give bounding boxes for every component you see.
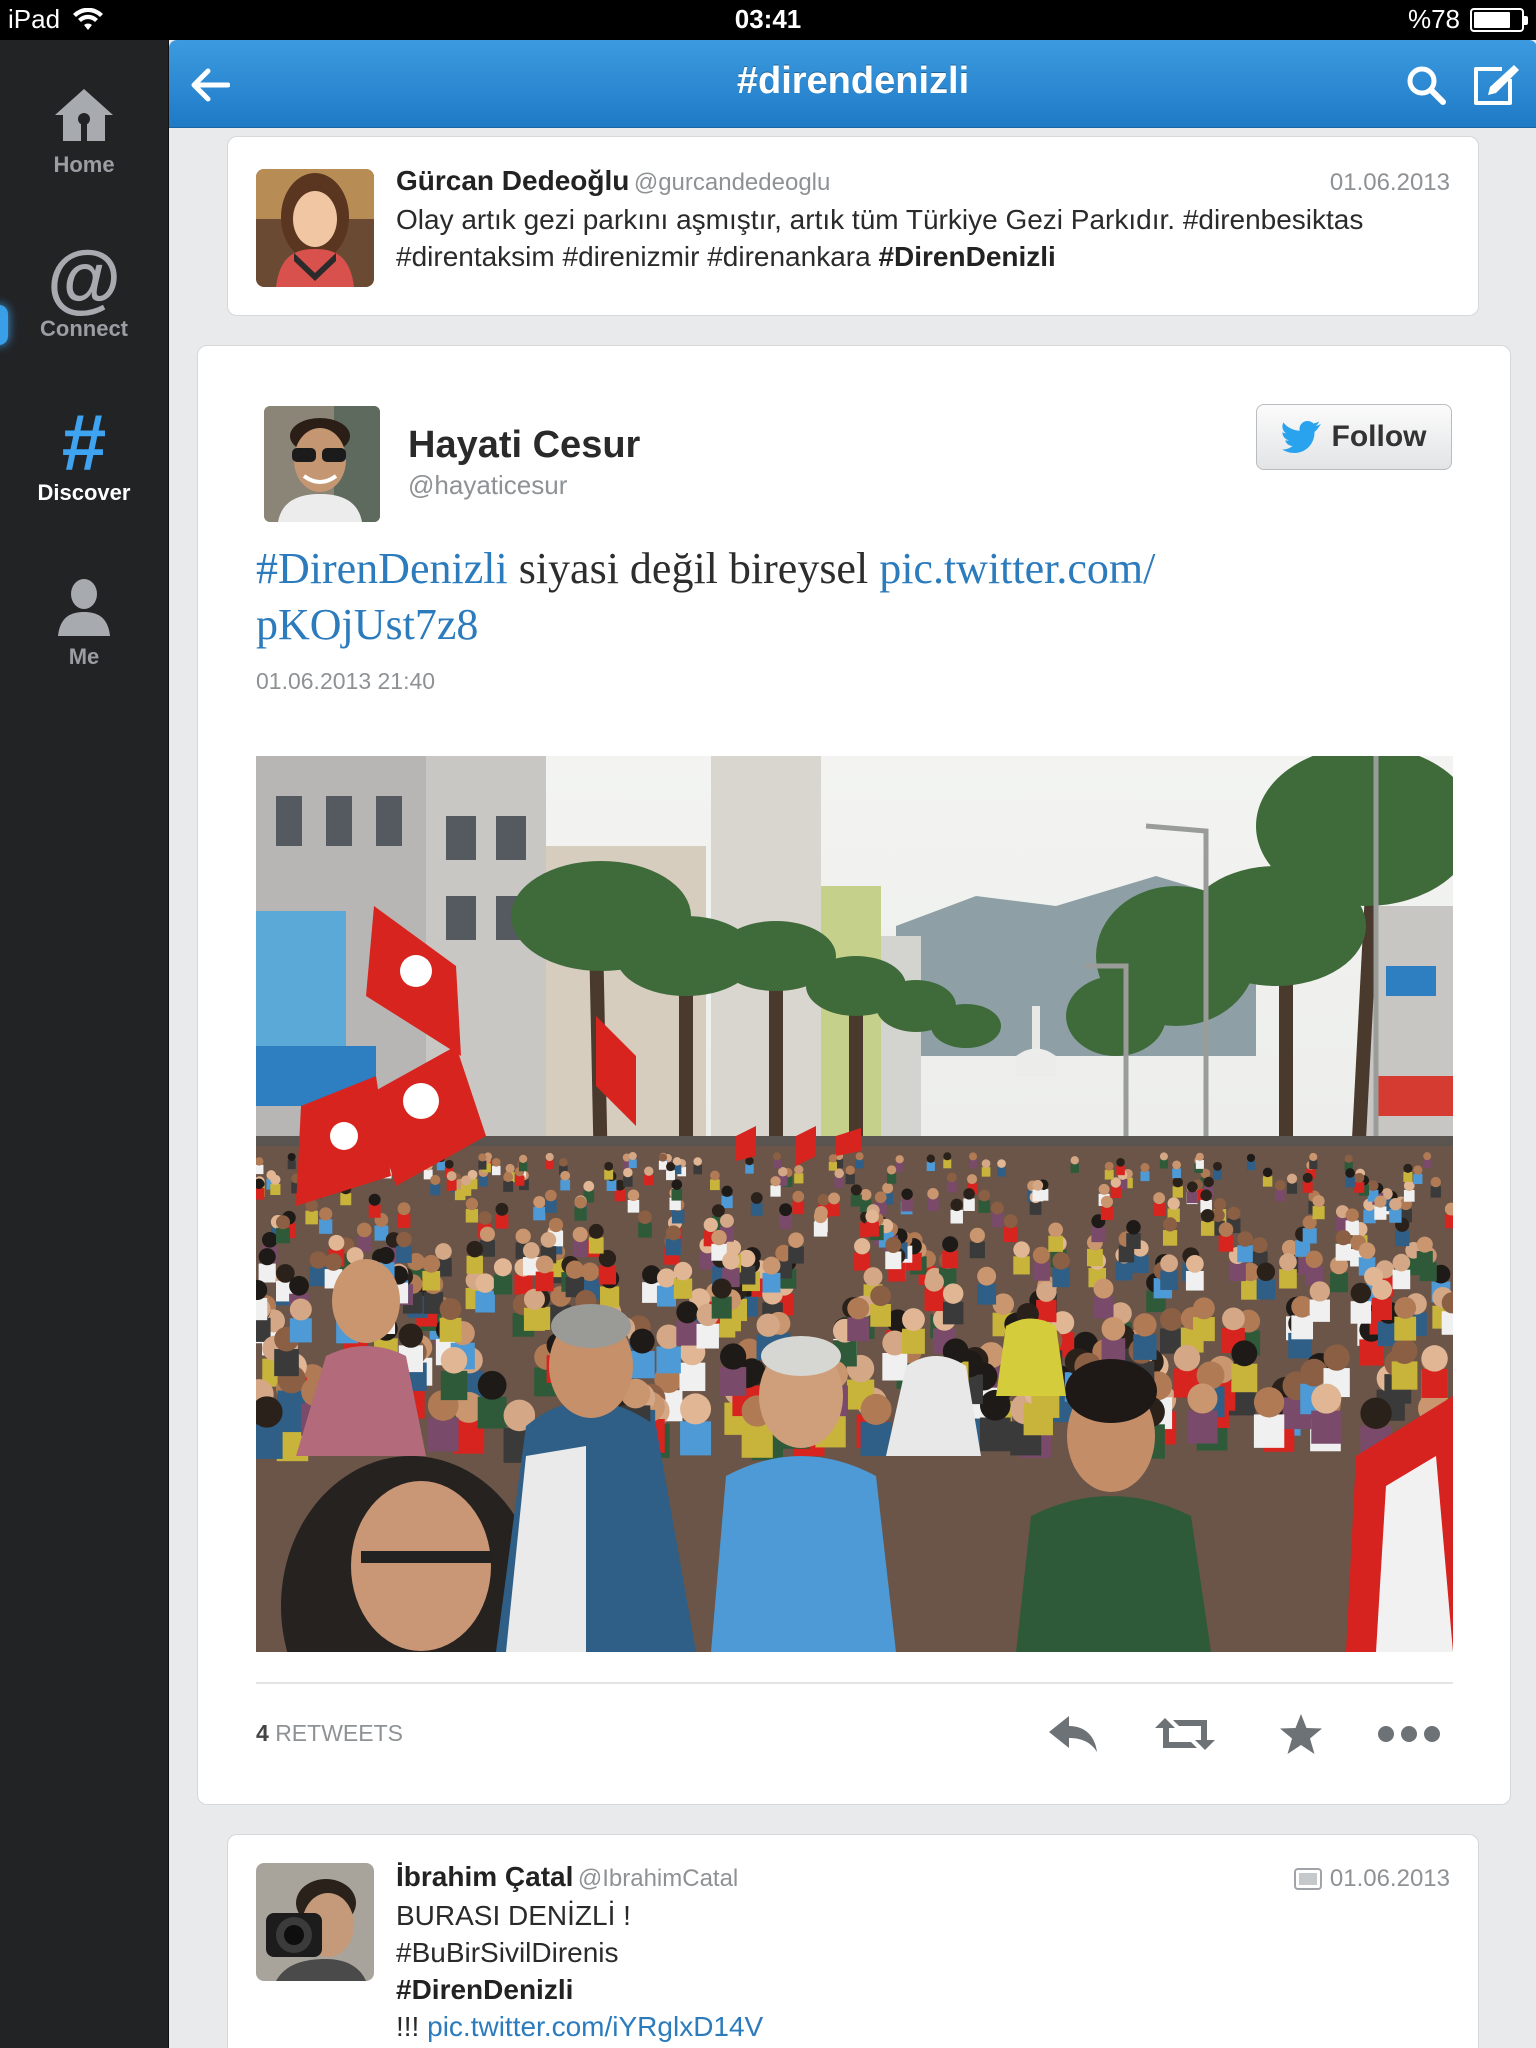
retweet-count[interactable]: 4 RETWEETS [256,1720,403,1747]
follow-label: Follow [1331,420,1427,453]
person-icon [58,579,110,636]
tweet-date-wrap: 01.06.2013 [1293,1865,1450,1893]
hashtag-bold[interactable]: #DirenDenizli [878,241,1055,272]
battery-fill [1474,11,1510,28]
divider [256,1682,1453,1684]
home-icon [55,89,113,141]
tweet-header: Gürcan Dedeoğlu @gurcandedeoglu [396,165,830,197]
tweet-text-body: siyasi değil bireysel [507,544,880,593]
avatar-image [256,169,374,287]
tweet-text-line: !!! pic.twitter.com/iYRglxD14V [396,2008,1456,2045]
tweet-text: Olay artık gezi parkını aşmıştır, artık … [396,201,1456,275]
tweet-timestamp: 01.06.2013 21:40 [256,668,436,694]
tweet-text-line: Olay artık gezi parkını aşmıştır, artık … [396,204,1364,235]
compose-button[interactable] [1469,58,1523,112]
sidebar-item-home[interactable]: Home [0,78,168,198]
hashtags[interactable]: #direntaksim #direnizmir #direnankara [396,241,878,272]
retweet-button[interactable] [1150,1706,1220,1762]
hashtag-link[interactable]: #DirenDenizli [256,544,508,593]
avatar[interactable] [256,169,374,287]
tweet-text-line: BURASI DENİZLİ ! [396,1900,631,1931]
author-handle[interactable]: @hayaticesur [408,470,567,501]
author-handle[interactable]: @IbrahimCatal [578,1865,738,1892]
battery-icon [1470,7,1528,32]
search-button[interactable] [1399,58,1453,112]
hashtag-bold[interactable]: #DirenDenizli [396,1971,1456,2008]
page-title: #direndenizli [736,60,970,102]
author-name[interactable]: Gürcan Dedeoğlu [396,165,629,196]
reply-icon [1049,1716,1097,1752]
battery-percent: %78 [1407,4,1460,34]
sidebar-item-label: Me [68,644,100,669]
search-icon [1407,66,1446,105]
author-name[interactable]: Hayati Cesur [408,424,640,467]
featured-tweet-card: Hayati Cesur @hayaticesur Follow #DirenD… [197,345,1511,1805]
avatar-image [256,1863,374,1981]
author-handle[interactable]: @gurcandedeoglu [634,169,831,196]
avatar[interactable] [264,406,380,522]
tweet-date: 01.06.2013 [1329,1865,1450,1892]
navigation-bar: #direndenizli [169,40,1536,128]
protest-photo [256,756,1453,1652]
media-link[interactable]: pic.twitter.com/iYRglxD14V [427,2011,763,2042]
reply-button[interactable] [1038,1706,1108,1762]
retweet-label: RETWEETS [275,1720,403,1746]
at-icon: @ [46,236,122,321]
star-icon [1280,1714,1322,1754]
favorite-button[interactable] [1266,1706,1336,1762]
tweet-text: #DirenDenizli siyasi değil bireysel pic.… [256,541,1306,653]
main-content: Gürcan Dedeoğlu @gurcandedeoglu 01.06.20… [168,40,1536,2048]
twitter-bird-icon [1281,421,1321,453]
tweet-date: 01.06.2013 [1329,169,1450,196]
sidebar-item-label: Home [53,152,115,177]
sidebar-item-label: Discover [37,480,131,505]
tweet-photo[interactable] [256,756,1453,1652]
status-bar: iPad 03:41 %78 [0,0,1536,40]
compose-icon [1474,65,1519,105]
sidebar-item-me[interactable]: Me [0,570,168,690]
tweet-text-line: #direntaksim #direnizmir #direnankara #D… [396,238,1456,275]
media-link[interactable]: pic.twitter.com/ [879,544,1155,593]
follow-button[interactable]: Follow [1256,404,1452,470]
clock: 03:41 [734,4,802,34]
sidebar-item-label: Connect [40,316,128,341]
avatar[interactable] [256,1863,374,1981]
tweet-header: İbrahim Çatal @IbrahimCatal [396,1861,738,1893]
retweet-icon [1155,1718,1215,1750]
tweet-card[interactable]: İbrahim Çatal @IbrahimCatal 01.06.2013 B… [227,1834,1479,2048]
hash-icon: # [61,398,107,487]
tweet-card[interactable]: Gürcan Dedeoğlu @gurcandedeoglu 01.06.20… [227,136,1479,316]
more-button[interactable] [1374,1706,1444,1762]
hashtag-link[interactable]: #BuBirSivilDirenis [396,1934,1456,1971]
sidebar: Home @ Connect # Discover Me [0,40,168,2048]
author-name[interactable]: İbrahim Çatal [396,1861,573,1892]
tweet-text: BURASI DENİZLİ ! #BuBirSivilDirenis #Dir… [396,1897,1456,2045]
media-icon [1293,1868,1322,1890]
sidebar-item-connect[interactable]: @ Connect [0,236,168,362]
status-right: %78 [1407,4,1528,35]
more-icon [1378,1726,1440,1742]
media-link-cont[interactable]: pKOjUst7z8 [256,600,478,649]
sidebar-item-discover[interactable]: # Discover [0,398,168,526]
tweet-text-prefix: !!! [396,2011,428,2042]
avatar-image [264,406,380,522]
retweet-number: 4 [256,1720,269,1746]
